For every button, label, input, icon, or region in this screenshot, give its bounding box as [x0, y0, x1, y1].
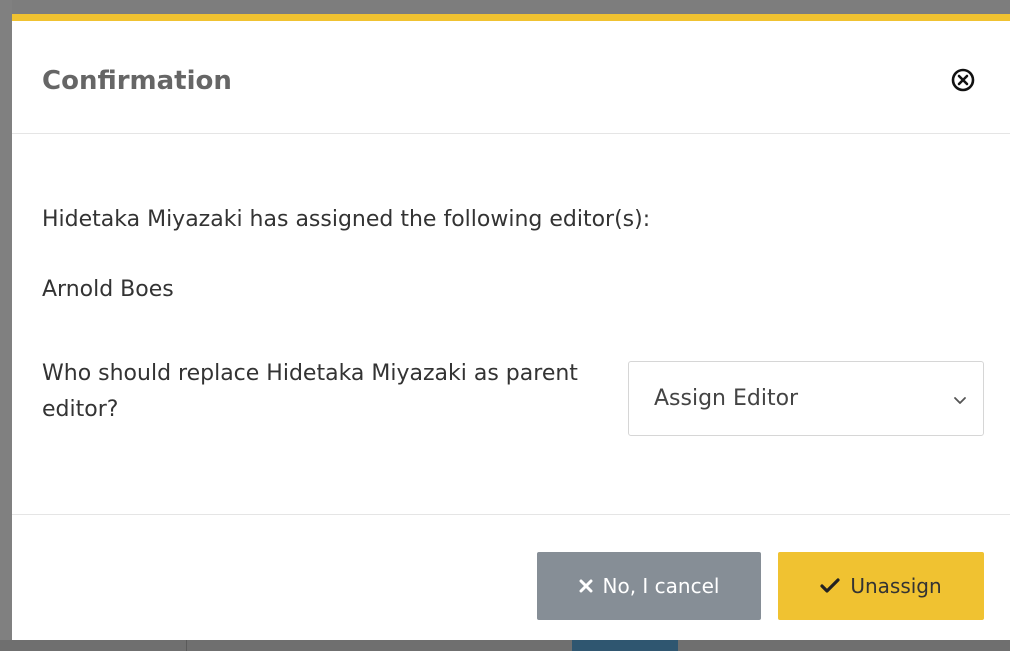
- close-button[interactable]: [949, 66, 977, 94]
- modal-title: Confirmation: [42, 66, 232, 96]
- close-circle-icon: [951, 68, 975, 92]
- assign-editor-select-value: Assign Editor: [654, 386, 799, 411]
- chevron-down-icon: [954, 397, 966, 404]
- unassign-button-label: Unassign: [850, 574, 942, 598]
- modal-body: Hidetaka Miyazaki has assigned the follo…: [12, 134, 1010, 514]
- replace-editor-question: Who should replace Hidetaka Miyazaki as …: [42, 361, 578, 422]
- modal-footer: No, I cancel Unassign: [12, 514, 1010, 647]
- x-icon: [579, 579, 593, 593]
- assign-editor-select[interactable]: Assign Editor: [628, 361, 984, 436]
- cancel-button-label: No, I cancel: [602, 574, 720, 598]
- confirmation-modal: Confirmation Hidetaka Miyazaki has assig…: [12, 14, 1010, 640]
- assigned-editors-message: Hidetaka Miyazaki has assigned the follo…: [42, 207, 651, 232]
- assigned-editor-name: Arnold Boes: [42, 277, 174, 302]
- check-icon: [820, 578, 840, 593]
- modal-header: Confirmation: [12, 21, 1010, 134]
- cancel-button[interactable]: No, I cancel: [537, 552, 761, 620]
- background-page-edge: [0, 0, 12, 651]
- unassign-button[interactable]: Unassign: [778, 552, 984, 620]
